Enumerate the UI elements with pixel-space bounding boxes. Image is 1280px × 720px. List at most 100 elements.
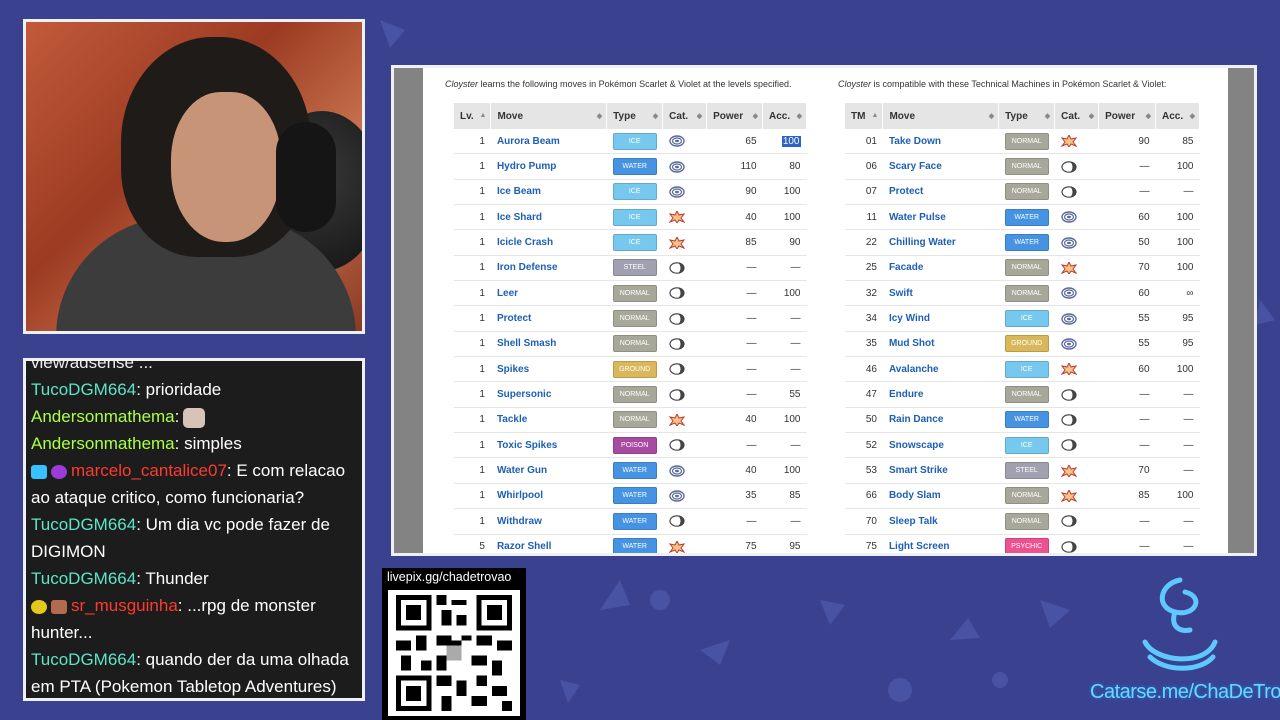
type-badge[interactable]: ICE: [1004, 436, 1049, 454]
tm-number[interactable]: 75: [845, 534, 883, 553]
move-link[interactable]: Spikes: [497, 364, 529, 375]
tm-number[interactable]: 50: [845, 407, 883, 434]
tm-number[interactable]: 22: [845, 229, 883, 256]
move-link[interactable]: Ice Shard: [497, 212, 542, 223]
type-badge[interactable]: ICE: [612, 132, 657, 150]
tm-number[interactable]: 35: [845, 331, 883, 358]
tm-number[interactable]: 70: [845, 508, 883, 535]
move-link[interactable]: Ice Beam: [497, 186, 541, 197]
chat-username[interactable]: marcelo_cantalice07: [71, 461, 227, 480]
column-header-move[interactable]: Move ◆: [882, 103, 1000, 129]
type-badge[interactable]: STEEL: [1004, 462, 1049, 480]
move-link[interactable]: Hydro Pump: [497, 161, 556, 172]
move-link[interactable]: Chilling Water: [889, 237, 956, 248]
type-badge[interactable]: ICE: [612, 183, 657, 201]
move-link[interactable]: Avalanche: [889, 364, 939, 375]
move-link[interactable]: Withdraw: [497, 516, 542, 527]
move-link[interactable]: Light Screen: [889, 541, 950, 552]
type-badge[interactable]: GROUND: [612, 360, 657, 378]
type-badge[interactable]: NORMAL: [1004, 132, 1049, 150]
chat-username[interactable]: TucoDGM664: [31, 569, 136, 588]
chat-username[interactable]: TucoDGM664: [31, 380, 136, 399]
type-badge[interactable]: ICE: [612, 234, 657, 252]
chat-username[interactable]: TucoDGM664: [31, 515, 136, 534]
type-badge[interactable]: NORMAL: [1004, 158, 1049, 176]
tm-number[interactable]: 11: [845, 204, 883, 231]
tm-number[interactable]: 32: [845, 280, 883, 307]
type-badge[interactable]: WATER: [1004, 411, 1049, 429]
type-badge[interactable]: ICE: [612, 208, 657, 226]
chat-username[interactable]: sr_musguinha: [71, 596, 178, 615]
type-badge[interactable]: NORMAL: [612, 310, 657, 328]
move-link[interactable]: Water Pulse: [889, 212, 946, 223]
type-badge[interactable]: NORMAL: [1004, 284, 1049, 302]
type-badge[interactable]: WATER: [1004, 208, 1049, 226]
column-header-cat[interactable]: Cat. ◆: [662, 103, 708, 129]
move-link[interactable]: Tackle: [497, 414, 527, 425]
move-link[interactable]: Protect: [889, 186, 923, 197]
move-link[interactable]: Take Down: [889, 136, 941, 147]
type-badge[interactable]: WATER: [612, 462, 657, 480]
type-badge[interactable]: NORMAL: [1004, 512, 1049, 530]
column-header-type[interactable]: Type ◆: [606, 103, 664, 129]
type-badge[interactable]: WATER: [1004, 234, 1049, 252]
move-link[interactable]: Sleep Talk: [889, 516, 938, 527]
type-badge[interactable]: POISON: [612, 436, 657, 454]
type-badge[interactable]: ICE: [1004, 310, 1049, 328]
type-badge[interactable]: WATER: [612, 487, 657, 505]
type-badge[interactable]: NORMAL: [1004, 259, 1049, 277]
type-badge[interactable]: WATER: [612, 512, 657, 530]
move-link[interactable]: Mud Shot: [889, 338, 935, 349]
tm-number[interactable]: 06: [845, 153, 883, 180]
move-link[interactable]: Water Gun: [497, 465, 547, 476]
type-badge[interactable]: NORMAL: [612, 284, 657, 302]
column-header-type[interactable]: Type ◆: [998, 103, 1056, 129]
move-link[interactable]: Rain Dance: [889, 414, 943, 425]
move-link[interactable]: Protect: [497, 313, 531, 324]
move-link[interactable]: Snowscape: [889, 440, 944, 451]
type-badge[interactable]: GROUND: [1004, 335, 1049, 353]
tm-number[interactable]: 34: [845, 305, 883, 332]
type-badge[interactable]: NORMAL: [1004, 487, 1049, 505]
move-link[interactable]: Shell Smash: [497, 338, 556, 349]
tm-number[interactable]: 07: [845, 179, 883, 206]
column-header-cat[interactable]: Cat. ◆: [1054, 103, 1100, 129]
move-link[interactable]: Supersonic: [497, 389, 551, 400]
type-badge[interactable]: WATER: [612, 538, 657, 553]
type-badge[interactable]: PSYCHIC: [1004, 538, 1049, 553]
tm-number[interactable]: 01: [845, 129, 883, 155]
chat-username[interactable]: Andersonmathema: [31, 407, 175, 426]
move-link[interactable]: Icicle Crash: [497, 237, 553, 248]
move-link[interactable]: Endure: [889, 389, 923, 400]
type-badge[interactable]: NORMAL: [1004, 386, 1049, 404]
move-link[interactable]: Whirlpool: [497, 490, 543, 501]
tm-number[interactable]: 25: [845, 255, 883, 282]
move-link[interactable]: Aurora Beam: [497, 136, 560, 147]
type-badge[interactable]: ICE: [1004, 360, 1049, 378]
column-header-power[interactable]: Power ◆: [706, 103, 764, 129]
column-header-power[interactable]: Power ◆: [1098, 103, 1157, 129]
move-link[interactable]: Facade: [889, 262, 923, 273]
column-header-acc[interactable]: Acc. ◆: [762, 103, 807, 129]
move-link[interactable]: Swift: [889, 288, 913, 299]
type-badge[interactable]: NORMAL: [612, 386, 657, 404]
tm-number[interactable]: 46: [845, 356, 883, 383]
move-link[interactable]: Razor Shell: [497, 541, 551, 552]
tm-number[interactable]: 66: [845, 483, 883, 510]
column-header-acc[interactable]: Acc. ◆: [1155, 103, 1200, 129]
move-link[interactable]: Leer: [497, 288, 518, 299]
type-badge[interactable]: NORMAL: [1004, 183, 1049, 201]
type-badge[interactable]: WATER: [612, 158, 657, 176]
move-link[interactable]: Body Slam: [889, 490, 941, 501]
tm-number[interactable]: 53: [845, 457, 883, 484]
column-header-lv[interactable]: Lv. ▲: [454, 103, 492, 129]
type-badge[interactable]: STEEL: [612, 259, 657, 277]
move-link[interactable]: Smart Strike: [889, 465, 948, 476]
tm-number[interactable]: 52: [845, 432, 883, 459]
tm-number[interactable]: 47: [845, 381, 883, 408]
type-badge[interactable]: NORMAL: [612, 411, 657, 429]
move-link[interactable]: Scary Face: [889, 161, 942, 172]
move-link[interactable]: Iron Defense: [497, 262, 558, 273]
move-link[interactable]: Toxic Spikes: [497, 440, 557, 451]
chat-username[interactable]: TucoDGM664: [31, 650, 136, 669]
